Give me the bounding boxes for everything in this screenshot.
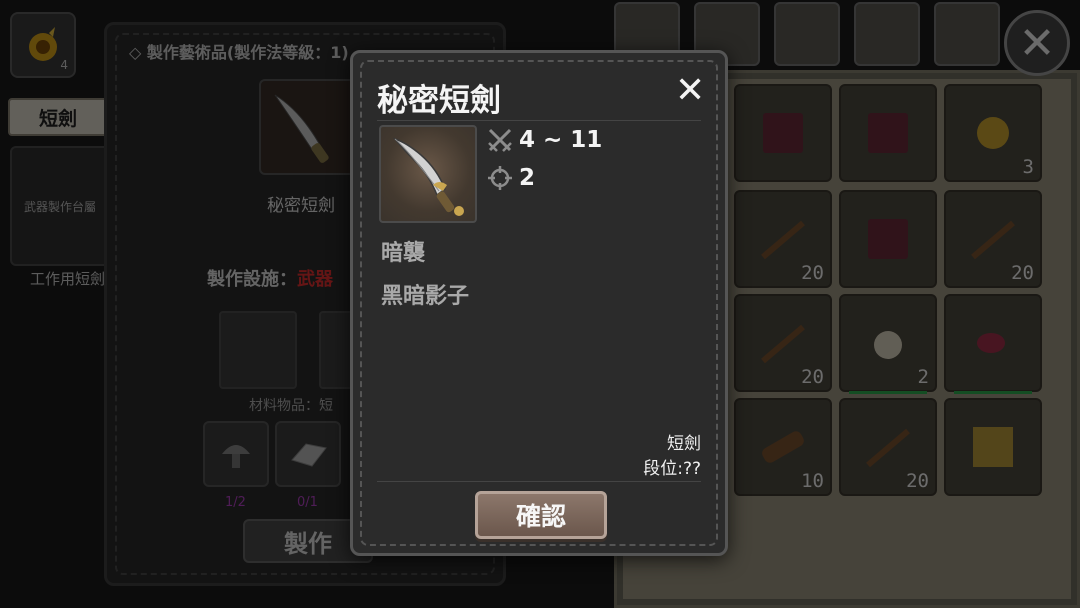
durability-bar: [849, 391, 927, 394]
materials-label: 材料物品：短: [249, 398, 333, 414]
ingredient-slot[interactable]: [203, 421, 269, 487]
ingredient-count: 0/1: [297, 495, 318, 510]
ingredient-slot[interactable]: [275, 421, 341, 487]
skill-slot-count: 4: [60, 58, 68, 72]
inventory-slot[interactable]: 20: [839, 398, 937, 496]
crafting-item-preview: [259, 79, 355, 175]
slot-count: 20: [801, 262, 824, 284]
book-icon: [868, 113, 908, 153]
slot-count: 20: [1011, 262, 1034, 284]
diamond-icon: ◇: [129, 43, 147, 62]
close-icon: ✕: [675, 70, 706, 111]
divider: [377, 481, 701, 482]
inventory-tab-bag[interactable]: [854, 2, 920, 66]
book-icon: [868, 219, 908, 259]
branch-icon: [866, 428, 910, 468]
flame-orb-icon: [29, 27, 57, 61]
branch-icon: [761, 324, 805, 364]
slot-count: 2: [917, 366, 929, 388]
inventory-slot[interactable]: 2: [839, 294, 937, 394]
branch-icon: [761, 220, 805, 260]
inventory-slot[interactable]: 20: [944, 190, 1042, 288]
confirm-button[interactable]: 確認: [475, 491, 607, 539]
map-icon: [973, 427, 1013, 467]
accuracy-stat: 2: [487, 165, 535, 191]
weapon-type: 短劍: [667, 434, 701, 454]
accuracy-value: 2: [519, 165, 536, 191]
divider: [377, 120, 701, 121]
crossed-swords-icon: [488, 128, 512, 152]
inventory-slot[interactable]: [944, 398, 1042, 496]
inventory-slot[interactable]: 10: [734, 398, 832, 496]
crosshair-icon: [488, 166, 512, 190]
inventory-slot[interactable]: [839, 190, 937, 288]
inventory-slot[interactable]: [944, 294, 1042, 394]
slot-count: 20: [906, 470, 929, 492]
ingot-icon: [291, 443, 327, 467]
inventory-tab-horse[interactable]: [934, 2, 1000, 66]
recipe-name: 工作用短劍: [30, 270, 106, 288]
attack-stat: 4 ~ 11: [487, 127, 602, 153]
crafting-item-name: 秘密短劍: [267, 196, 335, 216]
dialog-title: 秘密短劍: [377, 83, 501, 119]
slot-count: 3: [1022, 156, 1034, 178]
item-info-dialog: 秘密短劍 ✕ 4 ~ 11 2 暗襲 黑暗影子 短劍 段位:?? 確認: [350, 50, 728, 556]
dagger-icon: [274, 94, 329, 163]
mushroom-icon: [222, 445, 250, 468]
ingredient-count: 1/2: [225, 495, 246, 510]
dialog-close-button[interactable]: ✕: [675, 73, 705, 109]
material-slot[interactable]: [219, 311, 297, 389]
inventory-slot[interactable]: 3: [944, 84, 1042, 182]
inventory-slot[interactable]: 20: [734, 190, 832, 288]
log-icon: [762, 431, 804, 463]
crafting-panel-title: ◇ 製作藝術品(製作法等級：1): [129, 43, 349, 62]
garlic-icon: [874, 331, 902, 359]
facility-line: 製作設施：武器: [207, 269, 333, 290]
inventory-slot[interactable]: [839, 84, 937, 182]
durability-bar: [954, 391, 1032, 394]
close-icon: ✕: [1018, 17, 1056, 69]
weapon-rank: 段位:??: [643, 459, 701, 479]
book-icon: [763, 113, 803, 153]
item-skill: 黑暗影子: [381, 284, 470, 309]
coin-icon: [977, 117, 1009, 149]
slot-count: 20: [801, 366, 824, 388]
category-tab-dagger[interactable]: 短劍: [8, 98, 108, 136]
item-image: [379, 125, 477, 223]
inventory-slot[interactable]: 20: [734, 294, 832, 392]
branch-icon: [971, 220, 1015, 260]
inventory-tab-box[interactable]: [774, 2, 840, 66]
close-menu-button[interactable]: ✕: [1004, 10, 1070, 76]
skill-slot[interactable]: 4: [10, 12, 76, 78]
recipe-facility-label: 武器製作台屬: [23, 199, 96, 214]
dagger-icon: [392, 137, 464, 216]
inventory-slot[interactable]: [734, 84, 832, 182]
item-skill: 暗襲: [381, 241, 426, 266]
attack-value: 4 ~ 11: [519, 127, 603, 153]
meat-icon: [977, 333, 1005, 353]
slot-count: 10: [801, 470, 824, 492]
recipe-card[interactable]: 武器製作台屬: [10, 146, 110, 266]
facility-value: 武器: [297, 269, 333, 290]
